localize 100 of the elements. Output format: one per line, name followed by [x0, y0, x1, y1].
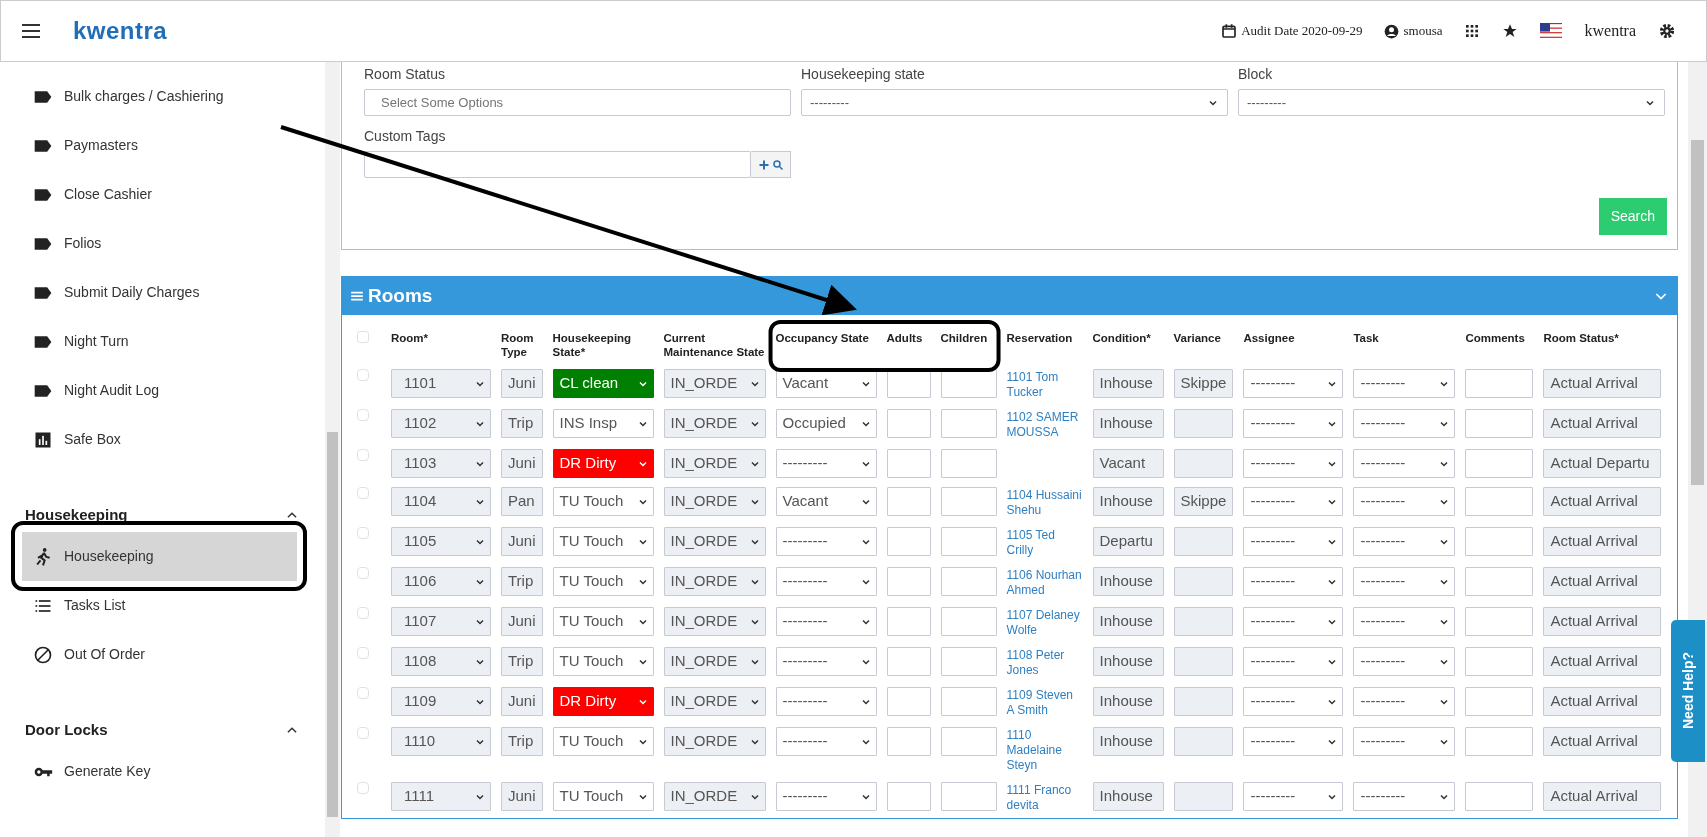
room-select[interactable]: 1108	[391, 647, 491, 676]
reservation-link[interactable]: 1101 Tom Tucker	[1006, 369, 1083, 400]
housekeeping-state-select[interactable]: TU Touch	[552, 527, 654, 556]
sidebar-item[interactable]: Generate Key	[22, 747, 297, 796]
task-select[interactable]: ---------	[1353, 369, 1456, 398]
multiselect-field[interactable]: Select Some Options	[364, 89, 791, 116]
assignee-select[interactable]: ---------	[1243, 567, 1344, 596]
comments-field[interactable]	[1465, 782, 1534, 811]
room-select[interactable]: 1107	[391, 607, 491, 636]
sidebar-item[interactable]: Close Cashier	[22, 170, 297, 219]
assignee-select[interactable]: ---------	[1243, 727, 1344, 756]
star-icon[interactable]	[1502, 23, 1519, 39]
task-select[interactable]: ---------	[1353, 607, 1456, 636]
occupancy-state-select[interactable]: ---------	[775, 527, 877, 556]
comments-field[interactable]	[1465, 567, 1534, 596]
sidebar-item[interactable]: Out Of Order	[22, 630, 297, 679]
housekeeping-state-select[interactable]: DR Dirty	[552, 449, 654, 478]
comments-field[interactable]	[1465, 487, 1534, 516]
assignee-select[interactable]: ---------	[1243, 607, 1344, 636]
room-select[interactable]: 1103	[391, 449, 491, 478]
maintenance-state-select[interactable]: IN_ORDE	[663, 727, 766, 756]
select-field[interactable]: ---------	[1238, 89, 1665, 116]
help-tab[interactable]: Need Help?	[1671, 620, 1705, 762]
adults-field[interactable]	[886, 687, 931, 716]
maintenance-state-select[interactable]: IN_ORDE	[663, 449, 766, 478]
reservation-link[interactable]: 1104 Hussaini Shehu	[1006, 487, 1083, 518]
sidebar-item[interactable]: Bulk charges / Cashiering	[22, 72, 297, 121]
sidebar-item[interactable]: Safe Box	[22, 415, 297, 464]
reservation-link[interactable]: 1107 Delaney Wolfe	[1006, 607, 1083, 638]
reservation-link[interactable]: 1109 Steven A Smith	[1006, 687, 1083, 718]
assignee-select[interactable]: ---------	[1243, 487, 1344, 516]
housekeeping-state-select[interactable]: TU Touch	[552, 727, 654, 756]
comments-field[interactable]	[1465, 527, 1534, 556]
room-select[interactable]: 1109	[391, 687, 491, 716]
adults-field[interactable]	[886, 409, 931, 438]
housekeeping-state-select[interactable]: TU Touch	[552, 782, 654, 811]
assignee-select[interactable]: ---------	[1243, 687, 1344, 716]
children-field[interactable]	[940, 647, 997, 676]
row-checkbox[interactable]	[357, 527, 369, 539]
housekeeping-state-select[interactable]: INS Insp	[552, 409, 654, 438]
comments-field[interactable]	[1465, 449, 1534, 478]
row-checkbox[interactable]	[357, 727, 369, 739]
adults-field[interactable]	[886, 449, 931, 478]
maintenance-state-select[interactable]: IN_ORDE	[663, 567, 766, 596]
occupancy-state-select[interactable]: Occupied	[775, 409, 877, 438]
adults-field[interactable]	[886, 782, 931, 811]
row-checkbox[interactable]	[357, 369, 369, 381]
sidebar-item[interactable]: Tasks List	[22, 581, 297, 630]
children-field[interactable]	[940, 782, 997, 811]
task-select[interactable]: ---------	[1353, 409, 1456, 438]
row-checkbox[interactable]	[357, 487, 369, 499]
children-field[interactable]	[940, 449, 997, 478]
occupancy-state-select[interactable]: ---------	[775, 567, 877, 596]
housekeeping-state-select[interactable]: TU Touch	[552, 647, 654, 676]
assignee-select[interactable]: ---------	[1243, 409, 1344, 438]
room-select[interactable]: 1111	[391, 782, 491, 811]
room-select[interactable]: 1101	[391, 369, 491, 398]
housekeeping-state-select[interactable]: DR Dirty	[552, 687, 654, 716]
comments-field[interactable]	[1465, 647, 1534, 676]
comments-field[interactable]	[1465, 409, 1534, 438]
property-name[interactable]: kwentra	[1584, 19, 1636, 43]
reservation-link[interactable]: 1106 Nourhan Ahmed	[1006, 567, 1083, 598]
tags-field[interactable]	[364, 151, 751, 178]
adults-field[interactable]	[886, 647, 931, 676]
maintenance-state-select[interactable]: IN_ORDE	[663, 527, 766, 556]
maintenance-state-select[interactable]: IN_ORDE	[663, 487, 766, 516]
assignee-select[interactable]: ---------	[1243, 782, 1344, 811]
occupancy-state-select[interactable]: ---------	[775, 687, 877, 716]
room-select[interactable]: 1106	[391, 567, 491, 596]
reservation-link[interactable]: 1105 Ted Crilly	[1006, 527, 1083, 558]
assignee-select[interactable]: ---------	[1243, 527, 1344, 556]
adults-field[interactable]	[886, 607, 931, 636]
task-select[interactable]: ---------	[1353, 727, 1456, 756]
housekeeping-state-select[interactable]: CL clean	[552, 369, 654, 398]
children-field[interactable]	[940, 527, 997, 556]
apps-grid-icon[interactable]	[1464, 23, 1481, 39]
row-checkbox[interactable]	[357, 647, 369, 659]
maintenance-state-select[interactable]: IN_ORDE	[663, 607, 766, 636]
maintenance-state-select[interactable]: IN_ORDE	[663, 409, 766, 438]
task-select[interactable]: ---------	[1353, 687, 1456, 716]
row-checkbox[interactable]	[357, 409, 369, 421]
children-field[interactable]	[940, 607, 997, 636]
sidebar-item[interactable]: Paymasters	[22, 121, 297, 170]
task-select[interactable]: ---------	[1353, 782, 1456, 811]
task-select[interactable]: ---------	[1353, 449, 1456, 478]
comments-field[interactable]	[1465, 369, 1534, 398]
scrollbar-thumb[interactable]	[1691, 140, 1704, 485]
children-field[interactable]	[940, 727, 997, 756]
select-field[interactable]: ---------	[801, 89, 1228, 116]
maintenance-state-select[interactable]: IN_ORDE	[663, 687, 766, 716]
children-field[interactable]	[940, 487, 997, 516]
occupancy-state-select[interactable]: ---------	[775, 449, 877, 478]
adults-field[interactable]	[886, 527, 931, 556]
scrollbar-thumb[interactable]	[327, 432, 338, 817]
room-select[interactable]: 1104	[391, 487, 491, 516]
adults-field[interactable]	[886, 567, 931, 596]
assignee-select[interactable]: ---------	[1243, 449, 1344, 478]
sidebar-item[interactable]: Submit Daily Charges	[22, 268, 297, 317]
sidebar-item[interactable]: Folios	[22, 219, 297, 268]
user-name[interactable]: smousa	[1403, 21, 1443, 41]
